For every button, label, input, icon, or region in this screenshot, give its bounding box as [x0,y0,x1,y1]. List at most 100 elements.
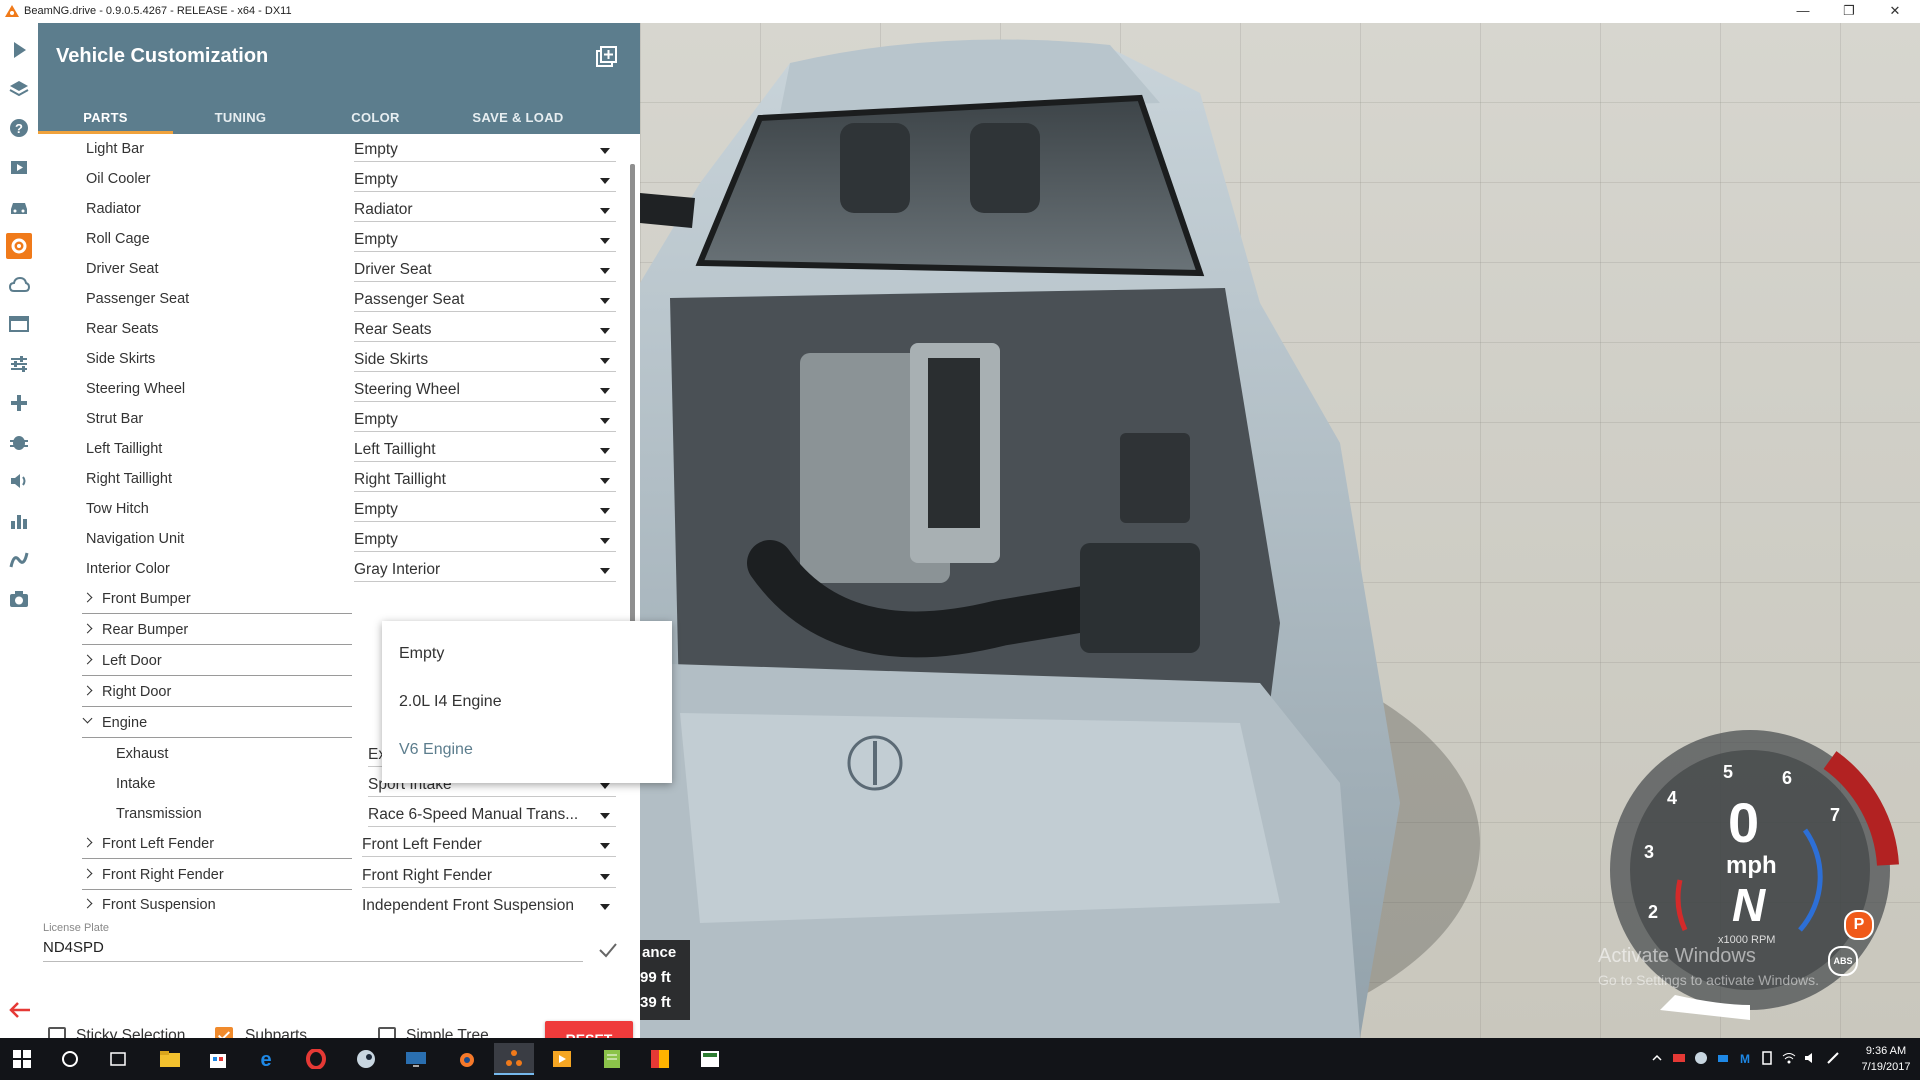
parts-icon[interactable] [6,233,32,259]
part-select[interactable]: Empty [354,169,616,192]
dropdown-option[interactable]: Empty [399,645,444,663]
part-row-steering-wheel[interactable]: Steering Wheel Steering Wheel [38,374,618,404]
video-icon[interactable] [6,154,32,180]
dropdown-arrow-icon [600,508,610,514]
file-explorer-icon[interactable] [150,1043,190,1075]
monitor-app-icon[interactable] [396,1043,436,1075]
windows-start-icon[interactable] [2,1043,42,1075]
dropdown-option-selected[interactable]: V6 Engine [399,741,473,759]
part-select[interactable]: Empty [354,499,616,522]
cloud-icon[interactable] [6,272,32,298]
tray-app-icon[interactable] [1672,1051,1686,1065]
window-icon[interactable] [6,311,32,337]
part-select[interactable]: Independent Front Suspension [362,895,616,914]
part-row-passenger-seat[interactable]: Passenger Seat Passenger Seat [38,284,618,314]
tab-save-load[interactable]: SAVE & LOAD [443,101,593,134]
part-select[interactable]: Front Right Fender [362,865,616,888]
gamepad-icon[interactable] [6,390,32,416]
part-select[interactable]: Right Taillight [354,469,616,492]
beamng-taskbar-icon[interactable] [494,1043,534,1075]
part-select[interactable]: Left Taillight [354,439,616,462]
tray-mail-icon[interactable]: M [1738,1051,1752,1065]
parts-scrollbar[interactable] [630,164,635,684]
part-row-rear-seats[interactable]: Rear Seats Rear Seats [38,314,618,344]
bug-icon[interactable] [6,429,32,455]
group-row-front-bumper[interactable]: Front Bumper [38,584,618,614]
part-select[interactable]: Steering Wheel [354,379,616,402]
tray-steam-icon[interactable] [1694,1051,1708,1065]
opera-icon[interactable] [296,1043,336,1075]
part-select[interactable]: Empty [354,229,616,252]
part-select[interactable]: Rear Seats [354,319,616,342]
system-clock[interactable]: 9:36 AM 7/19/2017 [1858,1043,1914,1075]
chevron-up-icon[interactable] [1650,1051,1664,1065]
part-row-left-taillight[interactable]: Left Taillight Left Taillight [38,434,618,464]
group-row-front-suspension[interactable]: Front Suspension Independent Front Suspen… [38,890,618,914]
part-row-navigation-unit[interactable]: Navigation Unit Empty [38,524,618,554]
dropdown-option[interactable]: 2.0L I4 Engine [399,693,502,711]
battery-icon[interactable] [1760,1051,1774,1065]
part-row-oil-cooler[interactable]: Oil Cooler Empty [38,164,618,194]
volume-icon[interactable] [1804,1051,1818,1065]
car-icon[interactable] [6,194,32,220]
steam-icon[interactable] [346,1043,386,1075]
chevron-down-icon [82,713,93,724]
check-icon[interactable] [598,941,618,959]
part-row-right-taillight[interactable]: Right Taillight Right Taillight [38,464,618,494]
camera-icon[interactable] [6,586,32,612]
part-row-roll-cage[interactable]: Roll Cage Empty [38,224,618,254]
road-icon[interactable] [6,547,32,573]
license-plate-input[interactable]: ND4SPD [43,939,583,962]
add-window-icon[interactable] [595,46,617,68]
paint-icon[interactable] [640,1043,680,1075]
group-row-front-right-fender[interactable]: Front Right Fender Front Right Fender [38,860,618,890]
group-row-front-left-fender[interactable]: Front Left Fender Front Left Fender [38,829,618,859]
part-row-side-skirts[interactable]: Side Skirts Side Skirts [38,344,618,374]
tab-parts[interactable]: PARTS [38,101,173,134]
part-select[interactable]: Driver Seat [354,259,616,282]
search-icon[interactable] [50,1043,90,1075]
tab-color[interactable]: COLOR [308,101,443,134]
stats-icon[interactable] [6,508,32,534]
part-row-light-bar[interactable]: Light Bar Empty [38,134,618,164]
close-button[interactable]: ✕ [1872,0,1918,23]
subpart-row-transmission[interactable]: Transmission Race 6-Speed Manual Trans... [38,799,618,829]
blender-icon[interactable] [446,1043,486,1075]
minimize-button[interactable]: — [1780,0,1826,23]
edge-icon[interactable]: e [246,1043,286,1075]
part-label: Interior Color [86,561,170,577]
media-player-icon[interactable] [542,1043,582,1075]
part-select[interactable]: Empty [354,529,616,552]
part-row-strut-bar[interactable]: Strut Bar Empty [38,404,618,434]
part-select[interactable]: Gray Interior [354,559,616,582]
part-row-tow-hitch[interactable]: Tow Hitch Empty [38,494,618,524]
layers-icon[interactable] [6,76,32,102]
spreadsheet-icon[interactable] [690,1043,730,1075]
part-select[interactable]: Radiator [354,199,616,222]
part-select[interactable]: Empty [354,139,616,162]
wifi-icon[interactable] [1782,1051,1796,1065]
part-select[interactable]: Race 6-Speed Manual Trans... [368,804,616,827]
part-select[interactable]: Front Left Fender [362,834,616,857]
tray-network-icon[interactable] [1716,1051,1730,1065]
sound-icon[interactable] [6,468,32,494]
store-icon[interactable] [198,1043,238,1075]
part-label: Light Bar [86,141,145,157]
part-select[interactable]: Empty [354,409,616,432]
sliders-icon[interactable] [6,351,32,377]
part-row-driver-seat[interactable]: Driver Seat Driver Seat [38,254,618,284]
back-arrow-icon[interactable] [8,1000,32,1020]
part-select[interactable]: Side Skirts [354,349,616,372]
part-row-interior-color[interactable]: Interior Color Gray Interior [38,554,618,584]
engine-dropdown-menu[interactable]: Empty 2.0L I4 Engine V6 Engine [382,621,672,783]
tab-tuning[interactable]: TUNING [173,101,308,134]
play-icon[interactable] [6,37,32,63]
part-select[interactable]: Passenger Seat [354,289,616,312]
restore-button[interactable]: ❐ [1826,0,1872,23]
notepad-icon[interactable] [592,1043,632,1075]
help-icon[interactable]: ? [6,115,32,141]
parts-list[interactable]: Light Bar Empty Oil Cooler Empty Radiator R… [38,134,640,934]
task-view-icon[interactable] [98,1043,138,1075]
pen-icon[interactable] [1826,1051,1840,1065]
part-row-radiator[interactable]: Radiator Radiator [38,194,618,224]
